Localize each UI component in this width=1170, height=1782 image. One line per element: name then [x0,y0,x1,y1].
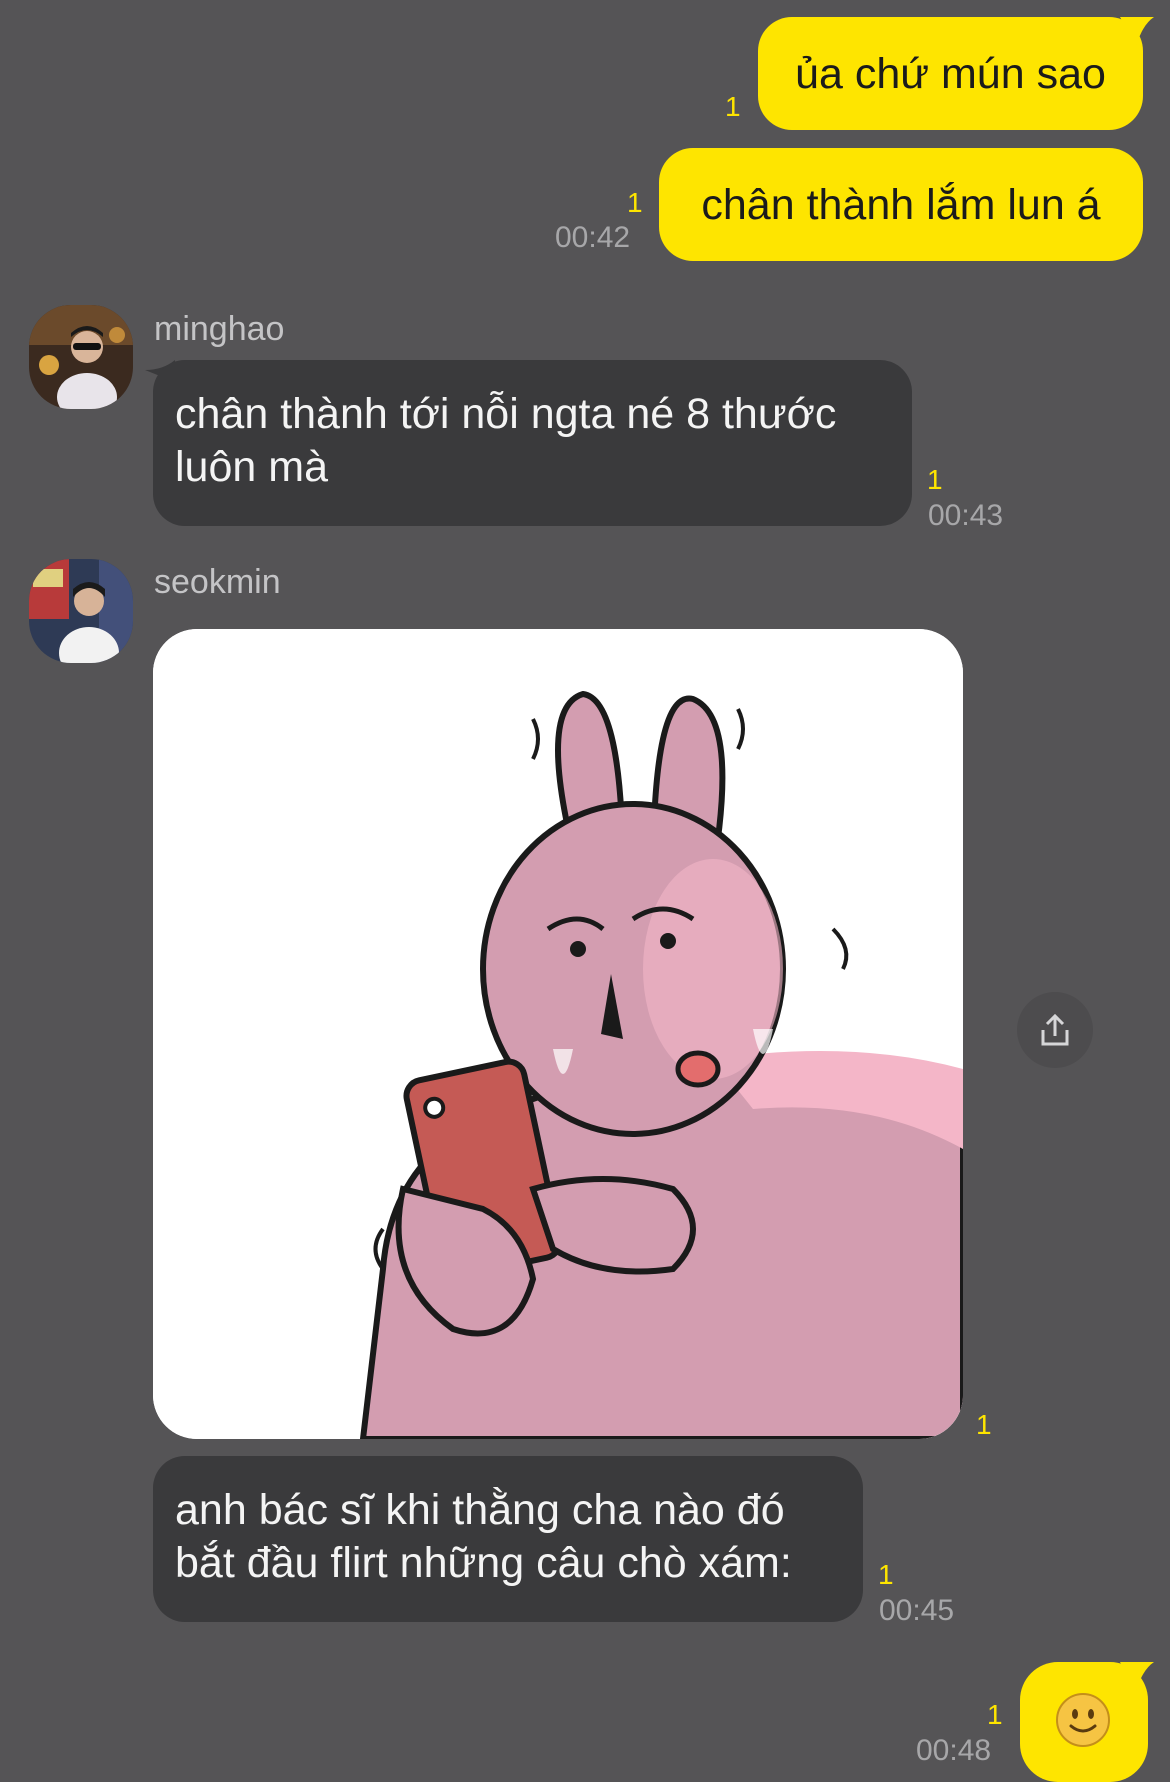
unread-count: 1 [725,91,741,122]
message-bubble-outgoing[interactable]: chân thành lắm lun á [659,148,1143,261]
photo-message[interactable] [153,629,963,1439]
bubble-tail [1120,17,1154,47]
message-bubble-incoming[interactable]: chân thành tới nỗi ngta né 8 thước luôn … [153,360,912,526]
message-timestamp: 00:43 [928,499,1004,532]
unread-count: 1 [987,1699,1003,1730]
share-button[interactable] [1017,992,1093,1068]
slightly-smiling-face-emoji [1056,1693,1110,1747]
message-timestamp: 00:42 [555,221,631,254]
avatar-seokmin[interactable] [29,559,133,663]
message-timestamp: 00:45 [879,1594,955,1627]
sender-name: minghao [154,310,285,348]
unread-count: 1 [627,187,643,218]
unread-count: 1 [878,1559,894,1590]
message-bubble-incoming[interactable]: anh bác sĩ khi thằng cha nào đó bắt đầu … [153,1456,863,1622]
unread-count: 1 [976,1409,992,1440]
message-text: chân thành tới nỗi ngta né 8 thước luôn … [175,390,837,491]
bubble-tail [1120,1662,1154,1692]
message-text: ủa chứ mún sao [795,49,1106,98]
unread-count: 1 [927,464,943,495]
message-text: anh bác sĩ khi thằng cha nào đó bắt đầu … [175,1486,792,1587]
sender-name: seokmin [154,563,281,601]
share-icon [1041,1013,1069,1046]
message-text: chân thành lắm lun á [701,180,1101,229]
avatar-minghao[interactable] [29,305,133,409]
rabbit-sticker-image [153,629,963,1439]
message-timestamp: 00:48 [916,1734,992,1767]
message-bubble-outgoing[interactable]: ủa chứ mún sao [758,17,1143,130]
